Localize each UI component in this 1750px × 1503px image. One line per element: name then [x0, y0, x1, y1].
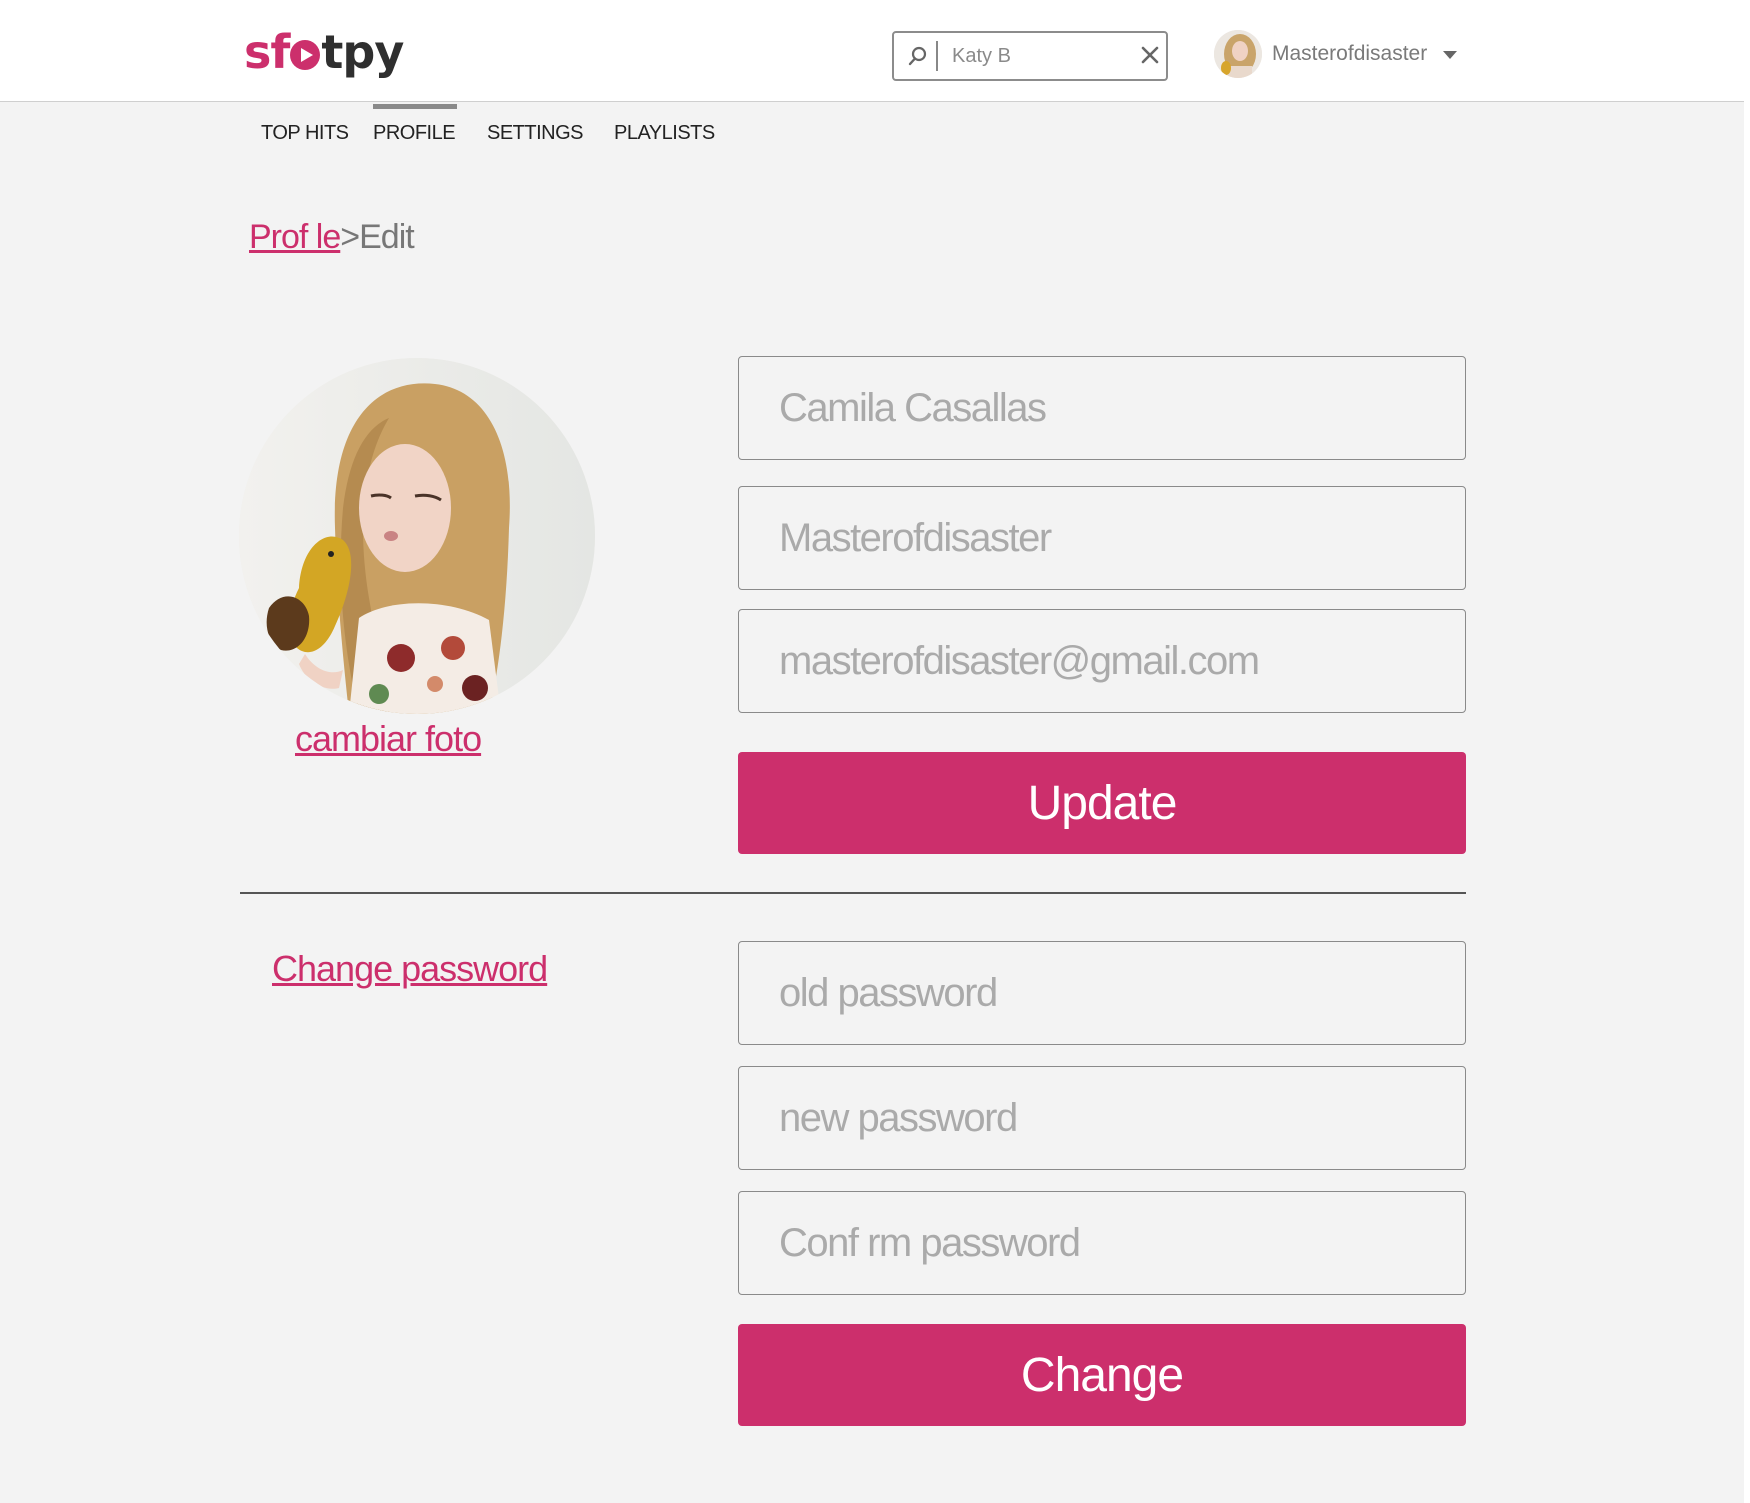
close-icon[interactable]: [1138, 43, 1162, 67]
avatar-image: [1214, 30, 1262, 78]
page-edge: [1744, 0, 1750, 1503]
search-input[interactable]: [952, 41, 1122, 71]
logo-text-start: sf: [244, 25, 290, 79]
avatar[interactable]: [1214, 30, 1262, 78]
logo-text-end: py: [342, 25, 404, 79]
tab-profile[interactable]: PROFILE: [373, 104, 456, 164]
search-divider: [936, 41, 938, 71]
search-icon[interactable]: [906, 44, 930, 68]
change-password-button[interactable]: Change: [738, 1324, 1466, 1426]
profile-photo-image: [239, 358, 595, 714]
logo-text-mid: t: [321, 25, 343, 79]
top-bar: sftpy Masterofdisaster: [0, 0, 1750, 102]
change-photo-link[interactable]: cambiar foto: [295, 718, 482, 760]
profile-photo: [239, 358, 595, 714]
old-password-field[interactable]: [738, 941, 1466, 1045]
breadcrumb: Prof le>Edit: [249, 218, 415, 257]
new-password-field[interactable]: [738, 1066, 1466, 1170]
full-name-field[interactable]: [738, 356, 1466, 460]
confirm-password-field[interactable]: [738, 1191, 1466, 1295]
change-password-link[interactable]: Change password: [272, 948, 548, 990]
breadcrumb-separator: >: [340, 218, 360, 256]
tab-playlists[interactable]: PLAYLISTS: [614, 104, 715, 164]
username-label[interactable]: Masterofdisaster: [1272, 42, 1427, 66]
breadcrumb-current: Edit: [359, 218, 415, 256]
section-divider: [240, 892, 1466, 894]
breadcrumb-profile-link[interactable]: Prof le: [249, 218, 341, 256]
sfotipy-logo[interactable]: sf tpy: [244, 25, 404, 79]
tab-top-hits[interactable]: TOP HITS: [261, 104, 349, 164]
search-box[interactable]: [892, 31, 1168, 81]
username-field[interactable]: [738, 486, 1466, 590]
update-button[interactable]: Update: [738, 752, 1466, 854]
tab-settings[interactable]: SETTINGS: [487, 104, 584, 164]
play-icon: [290, 40, 321, 70]
caret-down-icon[interactable]: [1442, 50, 1458, 60]
email-field[interactable]: [738, 609, 1466, 713]
